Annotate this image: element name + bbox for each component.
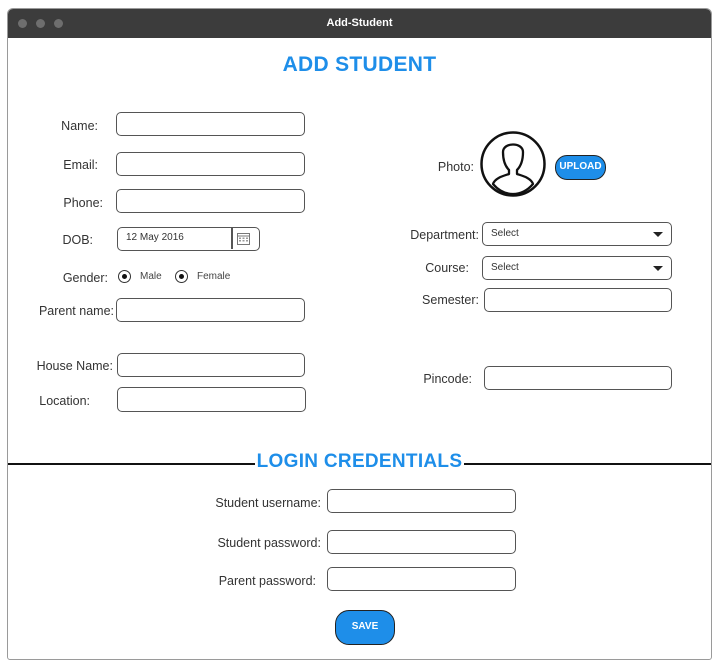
chevron-down-icon	[653, 232, 663, 237]
student-password-field[interactable]	[327, 530, 516, 554]
name-label: Name:	[61, 119, 98, 133]
department-select[interactable]: Select	[482, 222, 672, 246]
semester-field[interactable]	[484, 288, 672, 312]
course-label: Course:	[425, 261, 469, 275]
location-field[interactable]	[117, 387, 306, 412]
avatar-placeholder-icon	[480, 131, 546, 197]
dob-value: 12 May 2016	[126, 232, 184, 243]
login-section-title: LOGIN CREDENTIALS	[8, 451, 711, 473]
window-title: Add-Student	[326, 17, 393, 29]
gender-female-radio[interactable]	[175, 270, 188, 283]
calendar-icon[interactable]	[237, 232, 250, 245]
dob-divider	[231, 228, 233, 249]
parent-password-field[interactable]	[327, 567, 516, 591]
dob-field[interactable]: 12 May 2016	[117, 227, 260, 251]
gender-male-label: Male	[140, 271, 162, 282]
department-label: Department:	[410, 228, 479, 242]
student-password-label: Student password:	[217, 536, 321, 550]
gender-label: Gender:	[62, 271, 108, 285]
house-name-label: House Name:	[36, 359, 113, 373]
pincode-field[interactable]	[484, 366, 672, 390]
semester-label: Semester:	[422, 293, 479, 307]
house-name-field[interactable]	[117, 353, 305, 377]
location-label: Location:	[39, 394, 90, 408]
email-field[interactable]	[116, 152, 305, 176]
chevron-down-icon	[653, 266, 663, 271]
name-field[interactable]	[116, 112, 305, 136]
parent-name-label: Parent name:	[38, 304, 114, 318]
page-title: ADD STUDENT	[282, 53, 437, 76]
gender-female-label: Female	[197, 271, 231, 282]
phone-field[interactable]	[116, 189, 305, 213]
add-student-window: Add-Student ADD STUDENT Name: Email: Pho…	[7, 8, 712, 660]
pincode-label: Pincode:	[423, 372, 472, 386]
gender-male-radio[interactable]	[118, 270, 131, 283]
login-section-title-text: LOGIN CREDENTIALS	[254, 451, 465, 472]
dob-label: DOB:	[62, 233, 93, 247]
title-bar: Add-Student	[8, 9, 711, 38]
parent-name-field[interactable]	[116, 298, 305, 322]
save-button[interactable]: SAVE	[335, 610, 395, 645]
department-selected-value: Select	[491, 228, 519, 239]
parent-password-label: Parent password:	[218, 574, 316, 588]
student-username-label: Student username:	[215, 496, 321, 510]
phone-label: Phone:	[63, 196, 103, 210]
upload-button[interactable]: UPLOAD	[555, 155, 606, 180]
photo-label: Photo:	[437, 160, 474, 174]
email-label: Email:	[63, 158, 98, 172]
course-select[interactable]: Select	[482, 256, 672, 280]
student-username-field[interactable]	[327, 489, 516, 513]
course-selected-value: Select	[491, 262, 519, 273]
